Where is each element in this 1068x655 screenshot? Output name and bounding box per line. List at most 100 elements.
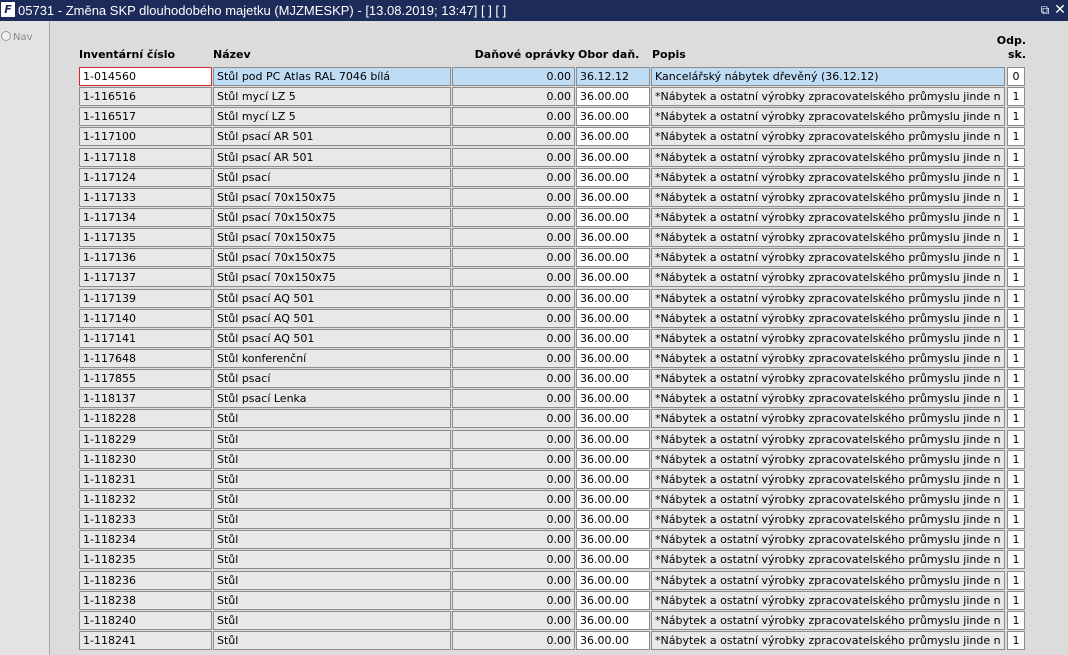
description-field[interactable]: *Nábytek a ostatní výrobky zpracovatelsk… xyxy=(651,268,1005,288)
inventory-number-field[interactable]: 1-117139 xyxy=(79,288,212,308)
inventory-number-field[interactable]: 1-118231 xyxy=(79,469,212,489)
tax-branch-field[interactable]: 36.00.00 xyxy=(576,187,650,207)
tax-branch-field[interactable]: 36.00.00 xyxy=(576,107,650,127)
tax-depreciation-field[interactable]: 0.00 xyxy=(452,630,575,650)
table-row[interactable]: 1-118240 Stůl 0.00 36.00.00 *Nábytek a ostat… xyxy=(79,610,1025,630)
tax-depreciation-field[interactable]: 0.00 xyxy=(452,87,575,107)
description-field[interactable]: *Nábytek a ostatní výrobky zpracovatelsk… xyxy=(651,429,1005,449)
description-field[interactable]: *Nábytek a ostatní výrobky zpracovatelsk… xyxy=(651,590,1005,610)
name-field[interactable]: Stůl psací 70x150x75 xyxy=(213,187,451,207)
name-field[interactable]: Stůl xyxy=(213,449,451,469)
depreciation-group-field[interactable]: 1 xyxy=(1007,87,1025,107)
description-field[interactable]: *Nábytek a ostatní výrobky zpracovatelsk… xyxy=(651,147,1005,167)
table-row[interactable]: 1-118238 Stůl 0.00 36.00.00 *Nábytek a ostat… xyxy=(79,590,1025,610)
description-field[interactable]: *Nábytek a ostatní výrobky zpracovatelsk… xyxy=(651,489,1005,509)
tax-depreciation-field[interactable]: 0.00 xyxy=(452,489,575,509)
inventory-number-field[interactable]: 1-118235 xyxy=(79,550,212,570)
description-field[interactable]: *Nábytek a ostatní výrobky zpracovatelsk… xyxy=(651,288,1005,308)
depreciation-group-field[interactable]: 1 xyxy=(1007,389,1025,409)
inventory-number-field[interactable]: 1-118240 xyxy=(79,610,212,630)
inventory-number-field[interactable]: 1-117133 xyxy=(79,187,212,207)
depreciation-group-field[interactable]: 1 xyxy=(1007,610,1025,630)
depreciation-group-field[interactable]: 1 xyxy=(1007,147,1025,167)
name-field[interactable]: Stůl konferenční xyxy=(213,348,451,368)
inventory-number-field[interactable]: 1-117100 xyxy=(79,127,212,147)
tax-branch-field[interactable]: 36.00.00 xyxy=(576,409,650,429)
tax-depreciation-field[interactable]: 0.00 xyxy=(452,409,575,429)
tax-depreciation-field[interactable]: 0.00 xyxy=(452,550,575,570)
tax-depreciation-field[interactable]: 0.00 xyxy=(452,167,575,187)
name-field[interactable]: Stůl xyxy=(213,409,451,429)
table-row[interactable]: 1-118230 Stůl 0.00 36.00.00 *Nábytek a ostat… xyxy=(79,449,1025,469)
inventory-number-field[interactable]: 1-116517 xyxy=(79,107,212,127)
description-field[interactable]: *Nábytek a ostatní výrobky zpracovatelsk… xyxy=(651,570,1005,590)
name-field[interactable]: Stůl mycí LZ 5 xyxy=(213,107,451,127)
table-row[interactable]: 1-117118 Stůl psací AR 501 0.00 36.00.00 *Ná… xyxy=(79,147,1025,167)
name-field[interactable]: Stůl psací AQ 501 xyxy=(213,308,451,328)
inventory-number-field[interactable]: 1-117124 xyxy=(79,167,212,187)
table-row[interactable]: 1-117124 Stůl psací 0.00 36.00.00 *Nábytek a… xyxy=(79,167,1025,187)
name-field[interactable]: Stůl psací Lenka xyxy=(213,389,451,409)
depreciation-group-field[interactable]: 1 xyxy=(1007,207,1025,227)
tax-depreciation-field[interactable]: 0.00 xyxy=(452,348,575,368)
depreciation-group-field[interactable]: 1 xyxy=(1007,167,1025,187)
name-field[interactable]: Stůl psací 70x150x75 xyxy=(213,248,451,268)
tax-branch-field[interactable]: 36.00.00 xyxy=(576,268,650,288)
table-row[interactable]: 1-117137 Stůl psací 70x150x75 0.00 36.00.00… xyxy=(79,268,1025,288)
tax-depreciation-field[interactable]: 0.00 xyxy=(452,67,575,86)
tax-branch-field[interactable]: 36.00.00 xyxy=(576,147,650,167)
description-field[interactable]: *Nábytek a ostatní výrobky zpracovatelsk… xyxy=(651,228,1005,248)
name-field[interactable]: Stůl psací AR 501 xyxy=(213,147,451,167)
inventory-number-field[interactable]: 1-117648 xyxy=(79,348,212,368)
inventory-number-field[interactable]: 1-118228 xyxy=(79,409,212,429)
tax-depreciation-field[interactable]: 0.00 xyxy=(452,610,575,630)
inventory-number-field[interactable]: 1-116516 xyxy=(79,87,212,107)
description-field[interactable]: *Nábytek a ostatní výrobky zpracovatelsk… xyxy=(651,469,1005,489)
depreciation-group-field[interactable]: 1 xyxy=(1007,510,1025,530)
name-field[interactable]: Stůl pod PC Atlas RAL 7046 bílá xyxy=(213,67,451,86)
depreciation-group-field[interactable]: 1 xyxy=(1007,570,1025,590)
tax-branch-field[interactable]: 36.00.00 xyxy=(576,207,650,227)
tax-depreciation-field[interactable]: 0.00 xyxy=(452,570,575,590)
tax-branch-field[interactable]: 36.00.00 xyxy=(576,328,650,348)
close-icon[interactable]: ✕ xyxy=(1053,2,1067,18)
depreciation-group-field[interactable]: 1 xyxy=(1007,127,1025,147)
tax-depreciation-field[interactable]: 0.00 xyxy=(452,429,575,449)
tax-depreciation-field[interactable]: 0.00 xyxy=(452,308,575,328)
description-field[interactable]: *Nábytek a ostatní výrobky zpracovatelsk… xyxy=(651,127,1005,147)
inventory-number-field[interactable]: 1-118234 xyxy=(79,530,212,550)
description-field[interactable]: *Nábytek a ostatní výrobky zpracovatelsk… xyxy=(651,328,1005,348)
depreciation-group-field[interactable]: 1 xyxy=(1007,268,1025,288)
table-row[interactable]: 1-117100 Stůl psací AR 501 0.00 36.00.00 *Ná… xyxy=(79,127,1025,147)
name-field[interactable]: Stůl mycí LZ 5 xyxy=(213,87,451,107)
tax-branch-field[interactable]: 36.00.00 xyxy=(576,510,650,530)
name-field[interactable]: Stůl xyxy=(213,610,451,630)
table-row[interactable]: 1-118235 Stůl 0.00 36.00.00 *Nábytek a ostat… xyxy=(79,550,1025,570)
name-field[interactable]: Stůl xyxy=(213,510,451,530)
depreciation-group-field[interactable]: 1 xyxy=(1007,107,1025,127)
depreciation-group-field[interactable]: 1 xyxy=(1007,369,1025,389)
depreciation-group-field[interactable]: 1 xyxy=(1007,449,1025,469)
description-field[interactable]: *Nábytek a ostatní výrobky zpracovatelsk… xyxy=(651,107,1005,127)
tax-branch-field[interactable]: 36.00.00 xyxy=(576,369,650,389)
table-row[interactable]: 1-117648 Stůl konferenční 0.00 36.00.00 *Náb… xyxy=(79,348,1025,368)
name-field[interactable]: Stůl psací AQ 501 xyxy=(213,328,451,348)
depreciation-group-field[interactable]: 1 xyxy=(1007,348,1025,368)
nav-button[interactable]: Nav xyxy=(1,31,33,43)
name-field[interactable]: Stůl psací xyxy=(213,369,451,389)
description-field[interactable]: *Nábytek a ostatní výrobky zpracovatelsk… xyxy=(651,167,1005,187)
depreciation-group-field[interactable]: 1 xyxy=(1007,409,1025,429)
depreciation-group-field[interactable]: 1 xyxy=(1007,248,1025,268)
depreciation-group-field[interactable]: 1 xyxy=(1007,550,1025,570)
table-row[interactable]: 1-117134 Stůl psací 70x150x75 0.00 36.00.00… xyxy=(79,207,1025,227)
tax-depreciation-field[interactable]: 0.00 xyxy=(452,107,575,127)
description-field[interactable]: *Nábytek a ostatní výrobky zpracovatelsk… xyxy=(651,207,1005,227)
table-row[interactable]: 1-117141 Stůl psací AQ 501 0.00 36.00.00 *Ná… xyxy=(79,328,1025,348)
inventory-number-field[interactable]: 1-118229 xyxy=(79,429,212,449)
description-field[interactable]: *Nábytek a ostatní výrobky zpracovatelsk… xyxy=(651,449,1005,469)
table-row[interactable]: 1-117139 Stůl psací AQ 501 0.00 36.00.00 *Ná… xyxy=(79,288,1025,308)
table-row[interactable]: 1-117133 Stůl psací 70x150x75 0.00 36.00.00… xyxy=(79,187,1025,207)
name-field[interactable]: Stůl psací AR 501 xyxy=(213,127,451,147)
table-row[interactable]: 1-118137 Stůl psací Lenka 0.00 36.00.00 *Náb… xyxy=(79,389,1025,409)
table-row[interactable]: 1-118233 Stůl 0.00 36.00.00 *Nábytek a ostat… xyxy=(79,510,1025,530)
